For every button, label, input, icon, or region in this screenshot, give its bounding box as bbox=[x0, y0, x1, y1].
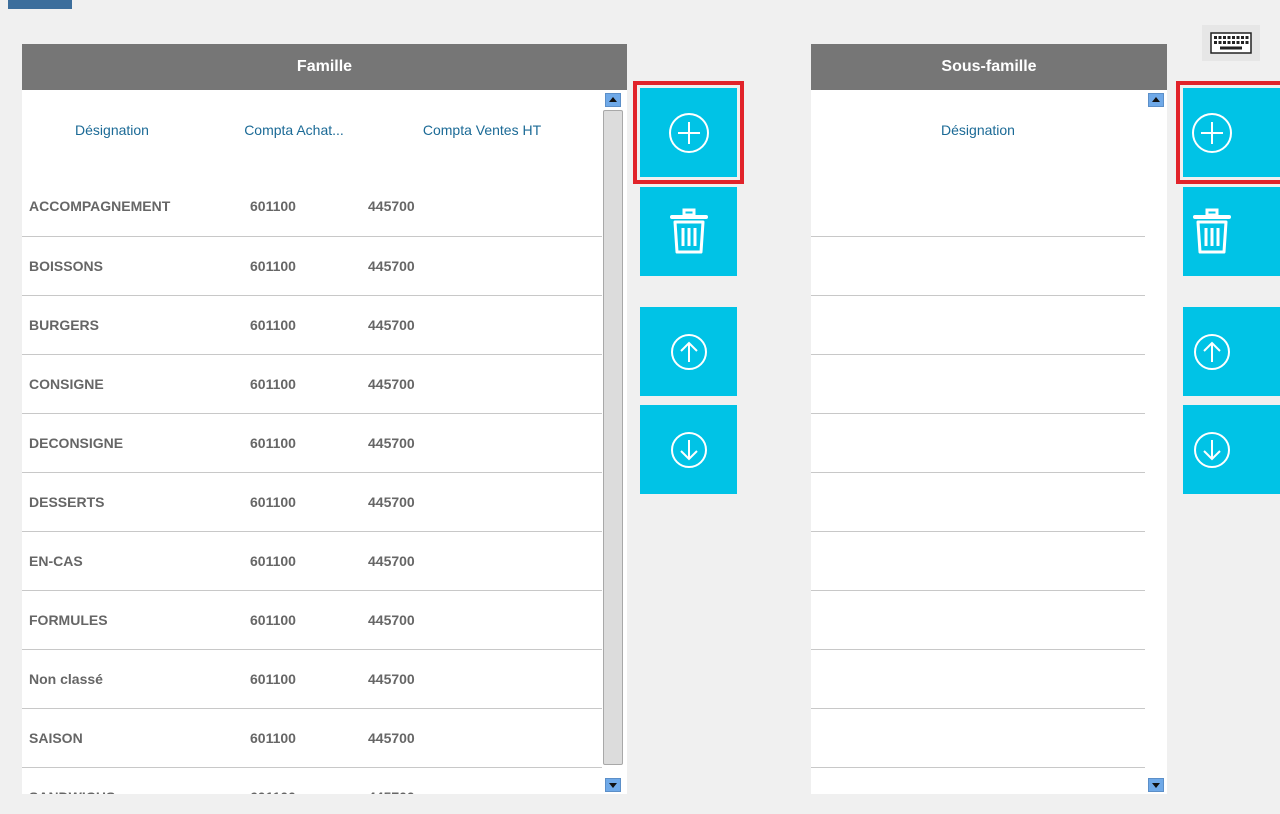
compta-ventes-cell: 445700 bbox=[368, 730, 415, 746]
sous-famille-add-button[interactable] bbox=[1176, 81, 1280, 184]
compta-achat-cell: 601100 bbox=[250, 774, 296, 794]
sous-famille-header: Sous-famille bbox=[811, 44, 1167, 90]
designation-cell: DECONSIGNE bbox=[29, 435, 124, 451]
compta-ventes-cell: 445700 bbox=[368, 317, 415, 333]
famille-add-button[interactable] bbox=[633, 81, 744, 184]
famille-row[interactable]: Non classé 601100 445700 bbox=[22, 649, 602, 708]
sous-famille-move-up-button[interactable] bbox=[1183, 307, 1280, 396]
designation-cell: Non classé bbox=[29, 671, 103, 687]
compta-ventes-cell: 445700 bbox=[368, 435, 415, 451]
sous-famille-row[interactable] bbox=[811, 413, 1145, 472]
famille-header: Famille bbox=[22, 44, 627, 90]
scroll-down-icon[interactable] bbox=[605, 778, 621, 792]
compta-ventes-cell: 445700 bbox=[368, 553, 415, 569]
scroll-up-icon[interactable] bbox=[605, 93, 621, 107]
sous-famille-row[interactable] bbox=[811, 177, 1145, 236]
compta-achat-cell: 601100 bbox=[250, 258, 296, 274]
designation-cell: SAISON bbox=[29, 730, 83, 746]
sous-famille-scrollbar[interactable] bbox=[1145, 90, 1167, 794]
designation-cell: ACCOMPAGNEMENT bbox=[29, 198, 171, 214]
famille-delete-button[interactable] bbox=[640, 187, 737, 276]
arrow-down-icon bbox=[1193, 431, 1230, 468]
column-header-designation[interactable]: Désignation bbox=[40, 90, 184, 170]
sous-famille-move-down-button[interactable] bbox=[1183, 405, 1280, 494]
designation-cell: FORMULES bbox=[29, 612, 108, 628]
scroll-thumb[interactable] bbox=[603, 110, 623, 765]
trash-icon bbox=[669, 208, 708, 253]
scroll-down-icon[interactable] bbox=[1148, 778, 1164, 792]
column-header-compta-achat[interactable]: Compta Achat... bbox=[234, 90, 354, 170]
compta-achat-cell: 601100 bbox=[250, 553, 296, 569]
famille-row[interactable]: SANDWICHS 601100 445700 bbox=[22, 767, 602, 794]
compta-ventes-cell: 445700 bbox=[368, 258, 415, 274]
sous-famille-row[interactable] bbox=[811, 708, 1145, 767]
sous-famille-column-headers: Désignation bbox=[811, 90, 1167, 170]
compta-ventes-cell: 445700 bbox=[368, 376, 415, 392]
famille-row[interactable]: SAISON 601100 445700 bbox=[22, 708, 602, 767]
sous-famille-row[interactable] bbox=[811, 531, 1145, 590]
compta-achat-cell: 601100 bbox=[250, 198, 296, 214]
compta-ventes-cell: 445700 bbox=[368, 671, 415, 687]
compta-achat-cell: 601100 bbox=[250, 494, 296, 510]
sous-famille-row[interactable] bbox=[811, 354, 1145, 413]
famille-scrollbar[interactable] bbox=[602, 90, 624, 794]
compta-ventes-cell: 445700 bbox=[368, 774, 415, 794]
compta-achat-cell: 601100 bbox=[250, 435, 296, 451]
famille-row[interactable]: FORMULES 601100 445700 bbox=[22, 590, 602, 649]
compta-achat-cell: 601100 bbox=[250, 317, 296, 333]
keyboard-button[interactable] bbox=[1202, 25, 1260, 61]
designation-cell: EN-CAS bbox=[29, 553, 83, 569]
designation-cell: CONSIGNE bbox=[29, 376, 104, 392]
famille-row[interactable]: BURGERS 601100 445700 bbox=[22, 295, 602, 354]
famille-column-headers: Désignation Compta Achat... Compta Vente… bbox=[22, 90, 627, 170]
arrow-down-icon bbox=[670, 431, 707, 468]
add-icon bbox=[1191, 112, 1232, 153]
sous-famille-row[interactable] bbox=[811, 236, 1145, 295]
arrow-up-icon bbox=[670, 333, 707, 370]
compta-ventes-cell: 445700 bbox=[368, 494, 415, 510]
arrow-up-icon bbox=[1193, 333, 1230, 370]
designation-cell: BOISSONS bbox=[29, 258, 103, 274]
column-header-compta-ventes[interactable]: Compta Ventes HT bbox=[407, 90, 557, 170]
famille-move-down-button[interactable] bbox=[640, 405, 737, 494]
compta-achat-cell: 601100 bbox=[250, 730, 296, 746]
designation-cell: SANDWICHS bbox=[29, 774, 115, 794]
sous-famille-panel: Sous-famille Désignation bbox=[811, 44, 1167, 794]
compta-achat-cell: 601100 bbox=[250, 671, 296, 687]
sous-famille-delete-button[interactable] bbox=[1183, 187, 1280, 276]
sous-famille-row[interactable] bbox=[811, 472, 1145, 531]
scroll-up-icon[interactable] bbox=[1148, 93, 1164, 107]
column-header-designation[interactable]: Désignation bbox=[811, 90, 1145, 170]
add-icon bbox=[668, 112, 709, 153]
compta-ventes-cell: 445700 bbox=[368, 198, 415, 214]
famille-row[interactable]: DESSERTS 601100 445700 bbox=[22, 472, 602, 531]
famille-move-up-button[interactable] bbox=[640, 307, 737, 396]
sous-famille-row[interactable] bbox=[811, 295, 1145, 354]
designation-cell: DESSERTS bbox=[29, 494, 105, 510]
trash-icon bbox=[1192, 208, 1231, 253]
famille-row[interactable]: EN-CAS 601100 445700 bbox=[22, 531, 602, 590]
sous-famille-row[interactable] bbox=[811, 590, 1145, 649]
keyboard-icon bbox=[1210, 32, 1252, 54]
sous-famille-row[interactable] bbox=[811, 767, 1145, 794]
famille-row[interactable]: ACCOMPAGNEMENT 601100 445700 bbox=[22, 177, 602, 236]
famille-row[interactable]: BOISSONS 601100 445700 bbox=[22, 236, 602, 295]
famille-row[interactable]: CONSIGNE 601100 445700 bbox=[22, 354, 602, 413]
compta-achat-cell: 601100 bbox=[250, 612, 296, 628]
compta-ventes-cell: 445700 bbox=[368, 612, 415, 628]
compta-achat-cell: 601100 bbox=[250, 376, 296, 392]
sous-famille-row[interactable] bbox=[811, 649, 1145, 708]
famille-row[interactable]: DECONSIGNE 601100 445700 bbox=[22, 413, 602, 472]
famille-panel: Famille Désignation Compta Achat... Comp… bbox=[22, 44, 627, 794]
top-tab[interactable] bbox=[8, 0, 72, 9]
designation-cell: BURGERS bbox=[29, 317, 100, 333]
